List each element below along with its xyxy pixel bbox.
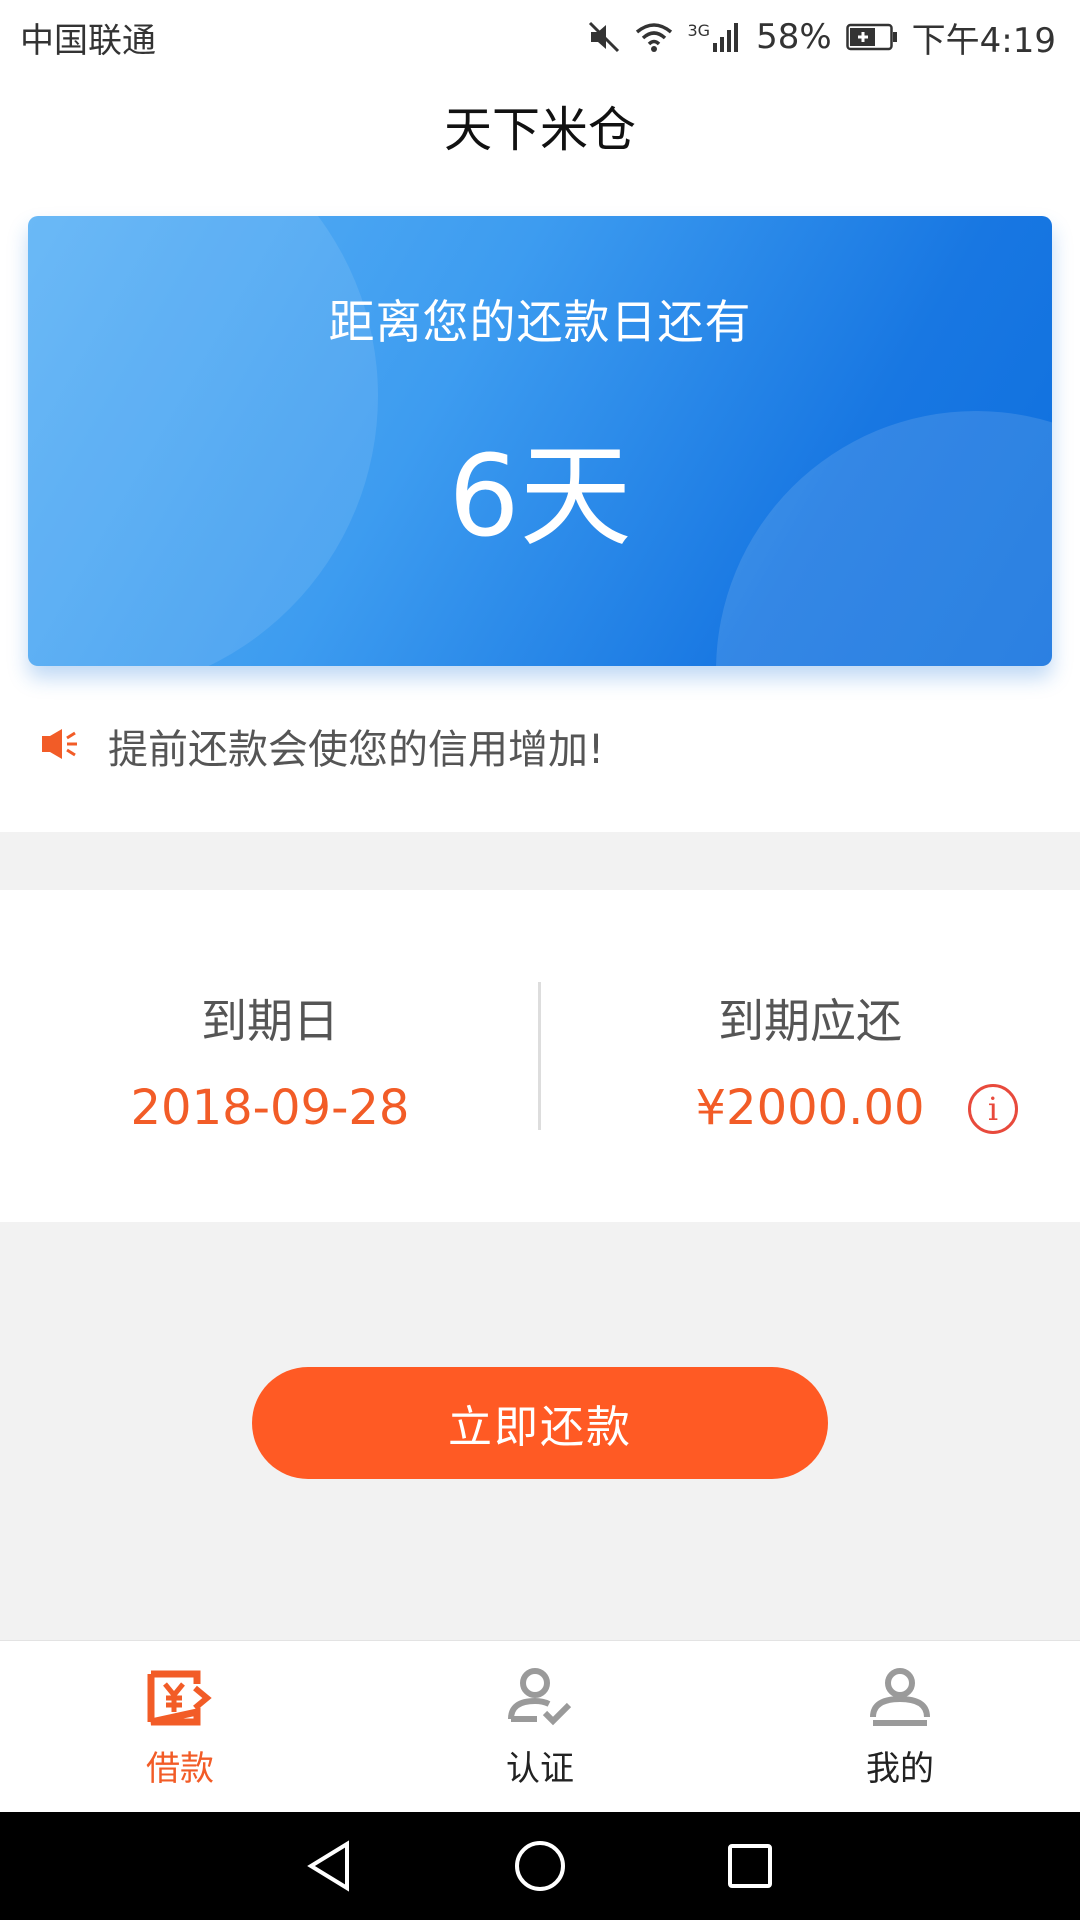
- info-icon[interactable]: i: [968, 1084, 1018, 1134]
- repay-now-button[interactable]: 立即还款: [252, 1367, 828, 1479]
- app-header: 天下米仓: [0, 74, 1080, 176]
- due-info-section: 到期日 2018-09-28 到期应还 ¥2000.00: [0, 890, 1080, 1222]
- system-nav-bar: [0, 1812, 1080, 1920]
- info-icon-glyph: i: [987, 1090, 999, 1128]
- speaker-icon: [40, 726, 80, 766]
- home-icon[interactable]: [510, 1836, 570, 1896]
- countdown-section: 距离您的还款日还有 6天 提前还款会使您的信用增加!: [0, 176, 1080, 832]
- countdown-days: 6天: [448, 432, 632, 562]
- page-title: 天下米仓: [443, 102, 636, 158]
- tip-text: 提前还款会使您的信用增加!: [108, 727, 605, 773]
- due-amount-block: 到期应还 ¥2000.00: [540, 890, 1080, 1222]
- repay-now-label: 立即还款: [448, 1402, 632, 1453]
- loan-icon: [147, 1663, 213, 1733]
- carrier-label: 中国联通: [20, 20, 156, 61]
- due-date-label: 到期日: [201, 994, 339, 1048]
- bottom-tab-bar: 借款 认证 我的: [0, 1640, 1080, 1812]
- verify-icon: [507, 1663, 573, 1733]
- wifi-icon: [635, 21, 673, 53]
- due-amount-label: 到期应还: [718, 994, 902, 1048]
- clock: 下午4:19: [911, 20, 1056, 61]
- tab-verify-label: 认证: [506, 1749, 574, 1789]
- tab-profile[interactable]: 我的: [720, 1641, 1080, 1813]
- due-date-block: 到期日 2018-09-28: [0, 890, 540, 1222]
- mute-icon: [587, 20, 621, 54]
- battery-icon: [845, 23, 898, 51]
- status-bar: 中国联通 3G 58% 下午4:19: [0, 0, 1080, 74]
- back-icon[interactable]: [300, 1836, 360, 1896]
- countdown-label: 距离您的还款日还有: [328, 295, 752, 349]
- tip-row: 提前还款会使您的信用增加!: [40, 706, 604, 786]
- tab-loan[interactable]: 借款: [0, 1641, 360, 1813]
- tab-profile-label: 我的: [866, 1749, 934, 1789]
- battery-percent: 58%: [756, 17, 832, 57]
- profile-icon: [867, 1663, 933, 1733]
- signal-icon: 3G: [687, 21, 742, 53]
- status-icons: 3G 58% 下午4:19: [587, 13, 1056, 62]
- countdown-card: 距离您的还款日还有 6天: [28, 216, 1052, 666]
- tab-verify[interactable]: 认证: [360, 1641, 720, 1813]
- due-date-value: 2018-09-28: [130, 1080, 410, 1136]
- recents-icon[interactable]: [720, 1836, 780, 1896]
- network-type: 3G: [687, 21, 711, 40]
- tab-loan-label: 借款: [146, 1749, 214, 1789]
